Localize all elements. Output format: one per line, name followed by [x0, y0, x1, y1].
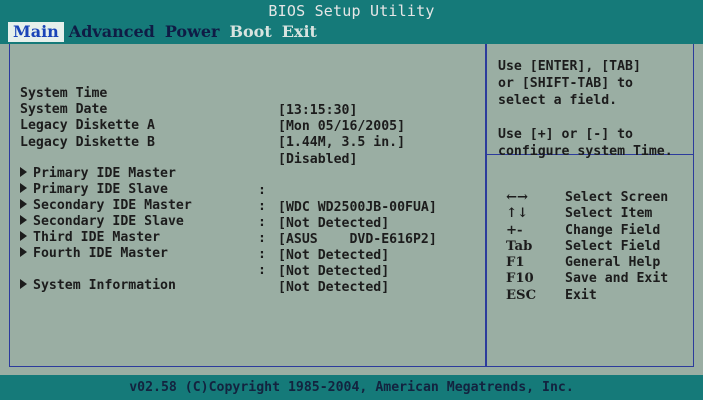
- separator-colon: :: [258, 183, 266, 198]
- field-legacy-diskette-a[interactable]: Legacy Diskette A [1.44M, 3.5 in.]: [20, 100, 405, 150]
- submenu-system-information[interactable]: System Information: [20, 260, 176, 293]
- submenu-value: [WDC WD2500JB-00FUA]: [278, 200, 437, 215]
- submenu-label: Third IDE Master: [33, 230, 161, 245]
- key-description: Exit: [565, 287, 597, 303]
- key-description: Save and Exit: [565, 271, 669, 287]
- help-line: Use [+] or [-] to: [498, 127, 633, 142]
- key-label: +-: [506, 222, 523, 238]
- panel-divider: [485, 44, 486, 366]
- submenu-label: Secondary IDE Slave: [33, 214, 184, 229]
- submenu-fourth-ide-master[interactable]: Fourth IDE Master : [Not Detected]: [20, 228, 389, 295]
- submenu-label: Secondary IDE Master: [33, 198, 192, 213]
- tab-power[interactable]: Power: [160, 22, 225, 42]
- field-value[interactable]: [Disabled]: [278, 151, 357, 168]
- submenu-label: System Information: [33, 278, 176, 293]
- copyright-footer: v02.58 (C)Copyright 1985-2004, American …: [0, 375, 703, 400]
- tab-main[interactable]: Main: [8, 22, 64, 42]
- help-text: Use [ENTER], [TAB] or [SHIFT-TAB] to sel…: [498, 58, 688, 160]
- separator-colon: :: [258, 263, 266, 278]
- key-description: Select Field: [565, 238, 661, 254]
- field-legacy-diskette-b[interactable]: Legacy Diskette B [Disabled]: [20, 117, 357, 167]
- tab-advanced[interactable]: Advanced: [64, 22, 160, 42]
- tab-exit[interactable]: Exit: [277, 22, 322, 42]
- submenu-arrow-icon: [20, 247, 27, 257]
- submenu-label: Fourth IDE Master: [33, 246, 168, 261]
- field-system-time[interactable]: System Time [13:15:30]: [20, 68, 357, 118]
- field-value[interactable]: [13:15:30]: [278, 102, 357, 119]
- help-line: select a field.: [498, 93, 618, 108]
- submenu-label: Primary IDE Master: [33, 166, 176, 181]
- submenu-primary-ide-master[interactable]: Primary IDE Master : [WDC WD2500JB-00FUA…: [20, 148, 437, 215]
- key-label: F1: [506, 255, 525, 271]
- help-line: Use [ENTER], [TAB]: [498, 59, 641, 74]
- tab-bar: Main Advanced Power Boot Exit: [8, 22, 322, 42]
- key-label: ESC: [506, 287, 537, 303]
- separator-colon: :: [258, 231, 266, 246]
- field-label: Legacy Diskette B: [20, 135, 155, 150]
- submenu-value: [Not Detected]: [278, 264, 390, 279]
- utility-title: BIOS Setup Utility: [268, 2, 435, 20]
- field-label: Legacy Diskette A: [20, 118, 155, 133]
- submenu-primary-ide-slave[interactable]: Primary IDE Slave : [Not Detected]: [20, 164, 389, 231]
- key-description: Select Item: [565, 206, 653, 222]
- submenu-value: [ASUS DVD-E616P2]: [278, 232, 437, 247]
- tab-boot[interactable]: Boot: [224, 22, 276, 42]
- submenu-value: [Not Detected]: [278, 248, 390, 263]
- field-value[interactable]: [1.44M, 3.5 in.]: [278, 134, 405, 151]
- field-system-date[interactable]: System Date [Mon 05/16/2005]: [20, 84, 405, 134]
- separator-colon: :: [258, 215, 266, 230]
- key-description: Change Field: [565, 222, 661, 238]
- separator-colon: :: [258, 247, 266, 262]
- submenu-third-ide-master[interactable]: Third IDE Master : [Not Detected]: [20, 212, 389, 279]
- key-label: F10: [506, 271, 534, 287]
- help-line: configure system Time.: [498, 144, 673, 159]
- key-label: Tab: [506, 238, 533, 254]
- help-line: or [SHIFT-TAB] to: [498, 76, 633, 91]
- field-value[interactable]: [Mon 05/16/2005]: [278, 118, 405, 135]
- key-description: General Help: [565, 255, 661, 271]
- up-down-arrow-icon: ↑↓: [506, 206, 529, 222]
- left-right-arrow-icon: ←→: [506, 190, 529, 205]
- submenu-secondary-ide-master[interactable]: Secondary IDE Master : [ASUS DVD-E616P2]: [20, 180, 437, 247]
- key-description: Select Screen: [565, 190, 669, 205]
- submenu-label: Primary IDE Slave: [33, 182, 168, 197]
- submenu-value: [Not Detected]: [278, 216, 390, 231]
- submenu-value: [Not Detected]: [278, 280, 390, 295]
- submenu-arrow-icon: [20, 279, 27, 289]
- submenu-secondary-ide-slave[interactable]: Secondary IDE Slave : [Not Detected]: [20, 196, 389, 263]
- separator-colon: :: [258, 199, 266, 214]
